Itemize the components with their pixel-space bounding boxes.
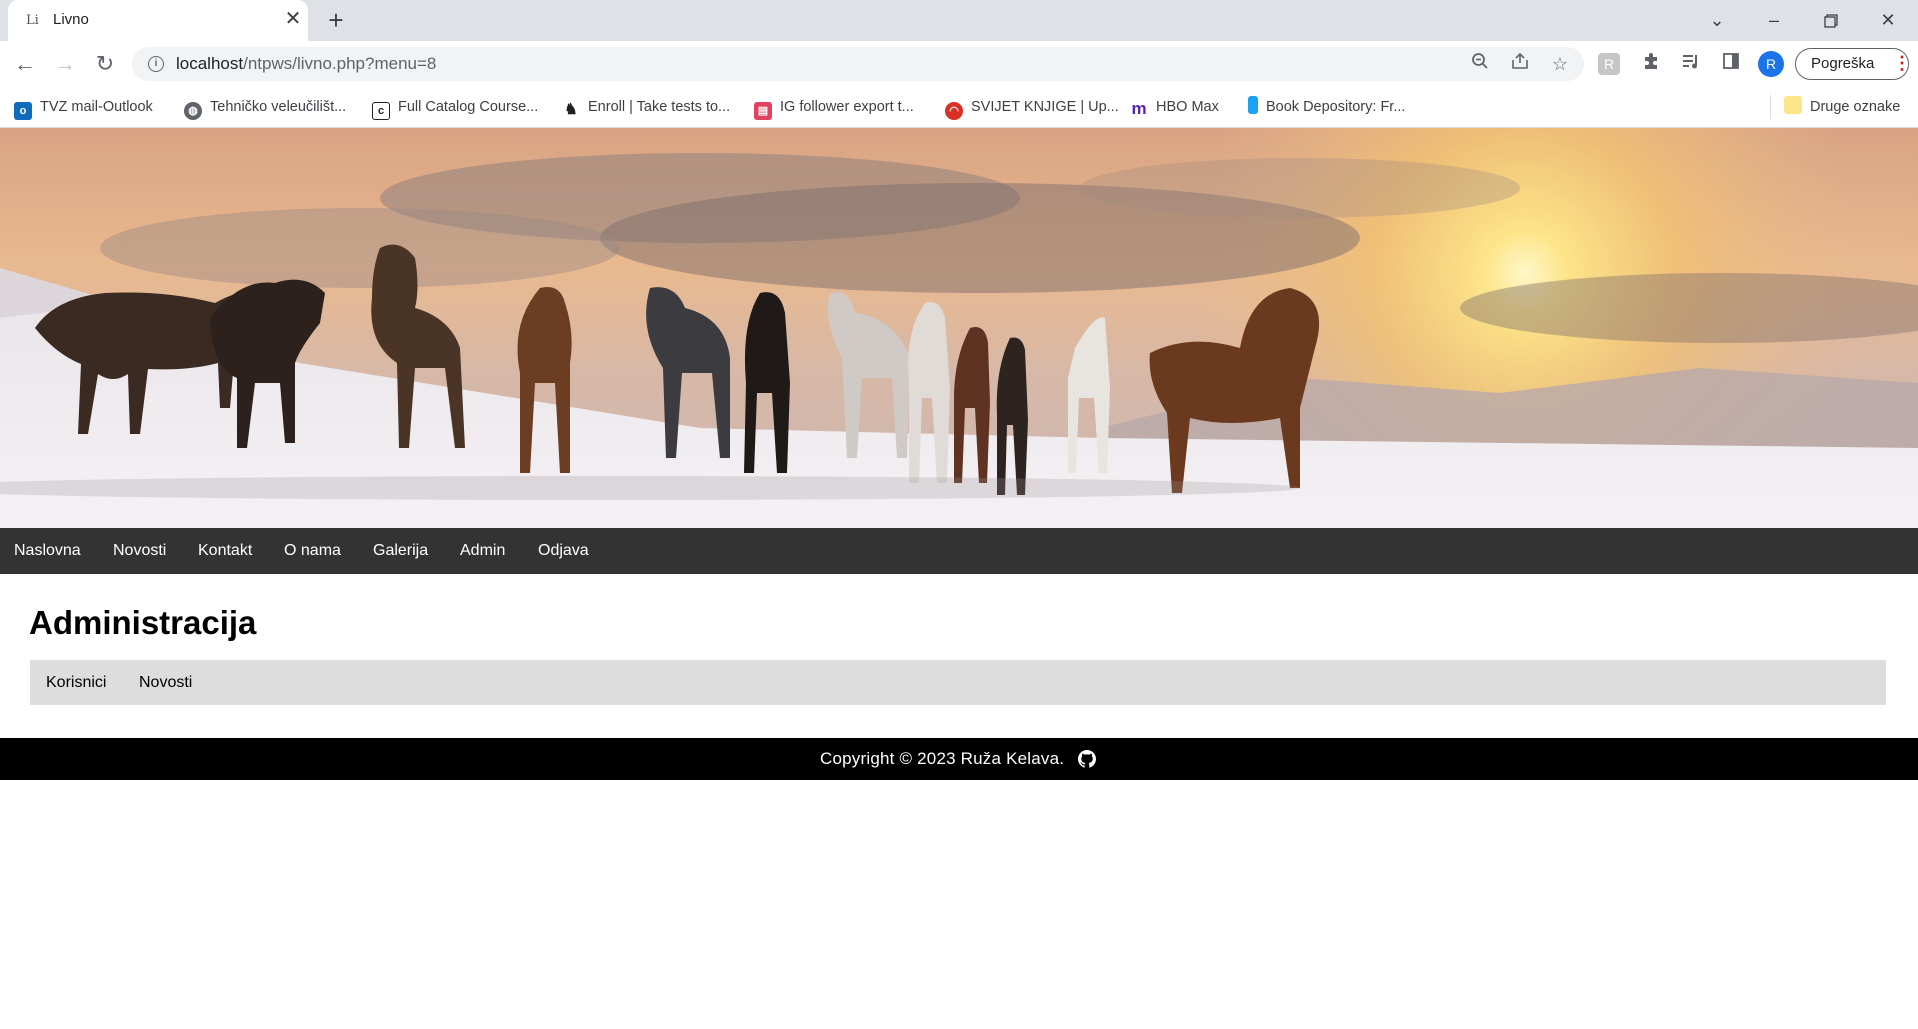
site-info-icon[interactable]: i [148, 56, 164, 72]
bookmark-item[interactable]: ◍ Tehničko veleučilišt... [184, 95, 346, 120]
share-icon[interactable] [1508, 52, 1532, 76]
media-control-icon[interactable] [1678, 51, 1704, 77]
bookmark-item[interactable]: ▤ IG follower export t... [754, 95, 914, 120]
nav-o-nama[interactable]: O nama [284, 542, 341, 560]
tab-title: Livno [53, 11, 89, 28]
error-label: Pogreška [1811, 55, 1875, 72]
bookmarks-bar: o TVZ mail-Outlook ◍ Tehničko veleučilišt.… [0, 87, 1918, 128]
back-icon[interactable]: ← [9, 48, 41, 80]
forward-icon[interactable]: → [49, 48, 81, 80]
bookmark-item[interactable]: o TVZ mail-Outlook [14, 95, 153, 120]
footer: Copyright © 2023 Ruža Kelava. [0, 738, 1918, 780]
folder-icon [1784, 96, 1802, 114]
bookmark-item[interactable]: Book Depository: Fr... [1248, 95, 1405, 119]
nav-naslovna[interactable]: Naslovna [14, 542, 81, 560]
profile-avatar[interactable]: R [1758, 51, 1784, 77]
address-bar[interactable]: i localhost/ntpws/livno.php?menu=8 ☆ [132, 47, 1584, 81]
restore-icon[interactable] [1814, 4, 1848, 36]
admin-subnav: Korisnici Novosti [30, 660, 1886, 705]
menu-dots-icon: ⋮ [1893, 53, 1911, 73]
subnav-novosti[interactable]: Novosti [139, 674, 192, 692]
book-icon [1248, 96, 1258, 114]
bookmark-item[interactable]: m HBO Max [1130, 95, 1219, 119]
minimize-icon[interactable]: – [1757, 4, 1791, 36]
other-bookmarks-folder[interactable]: Druge oznake [1784, 95, 1900, 119]
tab-strip: Li Livno ✕ + ⌄ – ✕ [0, 0, 1918, 41]
github-icon[interactable] [1078, 750, 1096, 768]
zoom-icon[interactable] [1468, 52, 1492, 76]
close-tab-icon[interactable]: ✕ [280, 6, 306, 32]
header-banner-image [0, 128, 1918, 528]
bookmark-item[interactable]: ♞ Enroll | Take tests to... [562, 95, 730, 119]
copyright-text: Copyright © 2023 Ruža Kelava. [820, 749, 1065, 768]
nav-novosti[interactable]: Novosti [113, 542, 166, 560]
nav-odjava[interactable]: Odjava [538, 542, 589, 560]
catalog-icon: c [372, 102, 390, 120]
lips-icon: ◠ [945, 102, 963, 120]
extension-r-icon[interactable]: R [1598, 53, 1620, 75]
error-menu-button[interactable]: Pogreška ⋮ [1795, 48, 1911, 80]
hbo-max-icon: m [1130, 99, 1148, 118]
nav-kontakt[interactable]: Kontakt [198, 542, 252, 560]
globe-icon: ◍ [184, 102, 202, 120]
nav-galerija[interactable]: Galerija [373, 542, 428, 560]
bookmarks-separator [1770, 95, 1771, 119]
reload-icon[interactable]: ↻ [89, 48, 121, 80]
close-window-icon[interactable]: ✕ [1871, 4, 1905, 36]
main-navigation: Naslovna Novosti Kontakt O nama Galerija… [0, 528, 1918, 574]
url-text[interactable]: localhost/ntpws/livno.php?menu=8 [176, 54, 436, 74]
extensions-puzzle-icon[interactable] [1638, 51, 1664, 77]
tab-favicon: Li [26, 13, 39, 28]
tab-search-icon[interactable]: ⌄ [1700, 4, 1734, 36]
tab-livno[interactable]: Li Livno ✕ [8, 0, 308, 41]
subnav-korisnici[interactable]: Korisnici [46, 674, 106, 692]
new-tab-button[interactable]: + [322, 6, 350, 34]
horse-icon: ♞ [562, 101, 580, 119]
outlook-icon: o [14, 102, 32, 120]
bookmark-item[interactable]: c Full Catalog Course... [372, 95, 538, 120]
nav-admin[interactable]: Admin [460, 542, 505, 560]
page-title: Administracija [29, 604, 257, 641]
side-panel-icon[interactable] [1718, 51, 1744, 77]
bookmark-star-icon[interactable]: ☆ [1548, 52, 1572, 76]
bookmark-item[interactable]: ◠ SVIJET KNJIGE | Up... [945, 95, 1119, 120]
browser-toolbar: ← → ↻ i localhost/ntpws/livno.php?menu=8… [0, 41, 1918, 87]
ig-export-icon: ▤ [754, 102, 772, 120]
